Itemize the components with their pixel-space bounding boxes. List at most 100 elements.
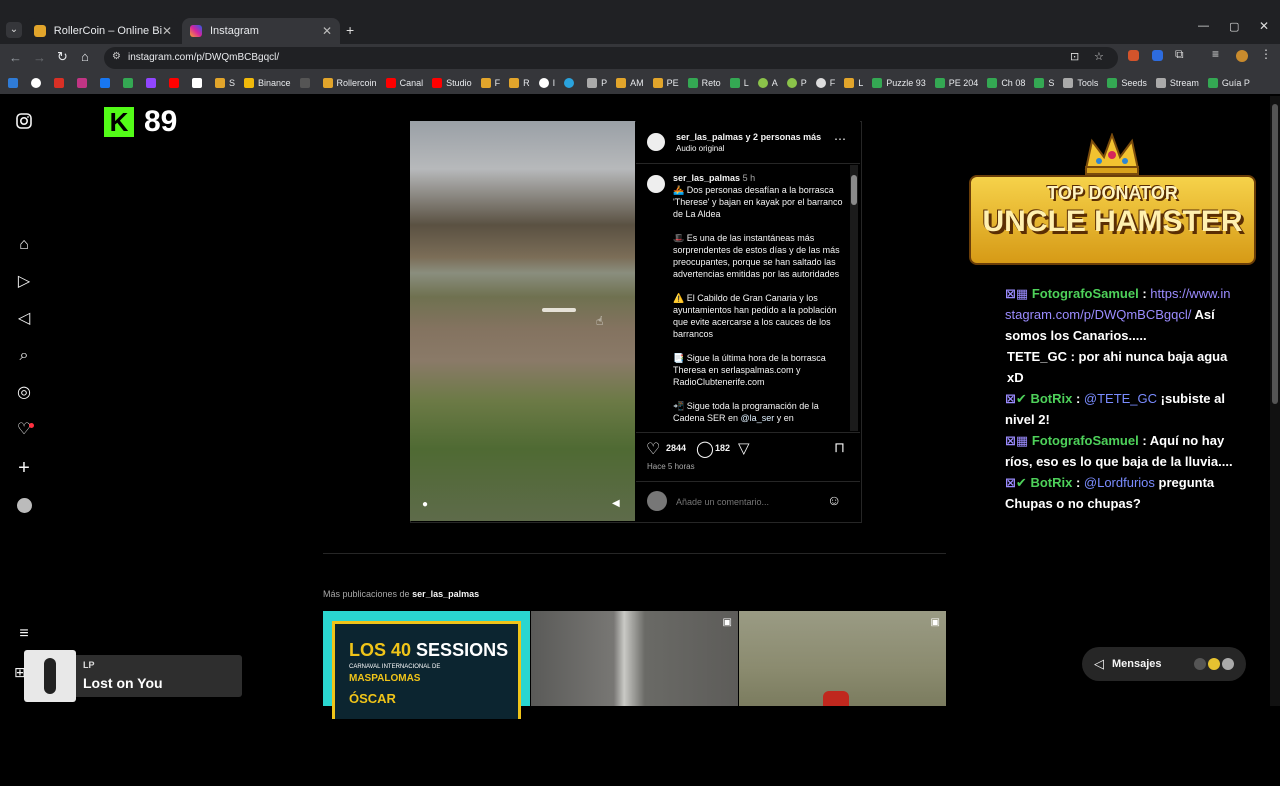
- post-thumbnail[interactable]: ▣: [739, 611, 946, 706]
- back-icon[interactable]: ←: [9, 50, 22, 65]
- bookmark-item[interactable]: F: [815, 78, 835, 88]
- bookmark-item[interactable]: F: [480, 78, 500, 88]
- bookmark-icon-only[interactable]: [299, 78, 314, 88]
- explore-icon[interactable]: ◎: [14, 383, 34, 403]
- tab-instagram[interactable]: Instagram ✕: [182, 18, 340, 44]
- address-bar[interactable]: ⚙ instagram.com/p/DWQmBCBgqcl/ ⊡ ☆: [104, 47, 1118, 69]
- bookmark-icon-only[interactable]: [8, 78, 22, 88]
- create-icon[interactable]: +: [14, 458, 34, 478]
- search-icon[interactable]: ⌕: [14, 346, 34, 366]
- comment-icon[interactable]: ◯: [696, 439, 714, 459]
- caption-avatar[interactable]: [647, 175, 665, 198]
- messages-icon[interactable]: ◁: [14, 309, 34, 329]
- close-icon[interactable]: ✕: [162, 24, 172, 38]
- caption-user[interactable]: ser_las_palmas: [673, 173, 740, 183]
- minimize-button[interactable]: —: [1198, 20, 1209, 32]
- comment-input[interactable]: [674, 493, 818, 511]
- bookmark-icon-only[interactable]: [77, 78, 91, 88]
- comment-count[interactable]: 182: [715, 443, 730, 453]
- forward-icon[interactable]: →: [33, 50, 46, 65]
- mention-link[interactable]: @la_ser: [741, 413, 775, 423]
- more-menu-icon[interactable]: ≡: [14, 624, 34, 644]
- more-options-icon[interactable]: ⋯: [834, 132, 846, 146]
- tab-title: RollerCoin – Online Bitcoin Mi: [53, 25, 162, 37]
- media-icon[interactable]: ≡: [1212, 47, 1219, 61]
- reels-icon[interactable]: ▷: [14, 272, 34, 292]
- bookmark-icon-only[interactable]: [100, 78, 114, 88]
- bookmark-folder[interactable]: P: [587, 78, 607, 88]
- bookmark-item[interactable]: Guía P: [1207, 78, 1250, 88]
- save-icon[interactable]: ⊓: [834, 439, 845, 456]
- post-header-audio[interactable]: Audio original: [676, 144, 724, 153]
- reel-icon: ▣: [722, 617, 732, 628]
- bookmark-item[interactable]: PE 204: [934, 78, 978, 88]
- home-icon[interactable]: ⌂: [14, 235, 34, 255]
- emoji-icon[interactable]: ☺: [827, 492, 841, 508]
- bookmark-item[interactable]: Studio: [432, 78, 472, 88]
- bookmark-item[interactable]: S: [1034, 78, 1054, 88]
- close-icon[interactable]: ✕: [322, 24, 332, 38]
- like-count[interactable]: 2844: [666, 443, 686, 453]
- messages-button[interactable]: ◁ Mensajes: [1082, 647, 1246, 681]
- like-icon[interactable]: ♡: [646, 439, 660, 459]
- mute-icon[interactable]: ◀: [612, 498, 620, 509]
- instagram-logo-icon[interactable]: [14, 112, 34, 132]
- bookmark-icon-only[interactable]: [169, 78, 183, 88]
- new-tab-button[interactable]: +: [346, 22, 354, 38]
- bookmark-item[interactable]: A: [757, 78, 778, 88]
- post-header-avatar[interactable]: [647, 133, 665, 156]
- bookmark-icon-only[interactable]: [146, 78, 160, 88]
- bookmark-item[interactable]: S: [215, 78, 235, 88]
- thumbnail-text: ÓSCAR: [349, 691, 396, 706]
- bookmark-item[interactable]: Puzzle 93: [872, 78, 926, 88]
- extension-icon[interactable]: [1128, 50, 1139, 61]
- bookmark-item[interactable]: L: [729, 78, 749, 88]
- bookmark-item[interactable]: P: [786, 78, 807, 88]
- messages-icon: ◁: [1094, 656, 1104, 671]
- profile-avatar[interactable]: [17, 498, 32, 513]
- bookmark-folder[interactable]: Stream: [1155, 78, 1199, 88]
- settings-icon-partial[interactable]: ⊞: [14, 664, 26, 681]
- install-icon[interactable]: ⊡: [1070, 50, 1079, 63]
- more-posts-label: Más publicaciones de ser_las_palmas: [323, 589, 480, 599]
- bookmark-item[interactable]: L: [844, 78, 863, 88]
- post-header-user[interactable]: ser_las_palmas y 2 personas más: [676, 132, 821, 142]
- reload-icon[interactable]: ↻: [57, 49, 68, 65]
- bookmark-icon-only[interactable]: [564, 78, 578, 88]
- bookmark-icon-only[interactable]: [31, 78, 45, 88]
- bookmark-item[interactable]: AM: [616, 78, 644, 88]
- caption-scrollbar[interactable]: [850, 165, 858, 431]
- extension-icon[interactable]: [1152, 50, 1163, 61]
- bookmark-star-icon[interactable]: ☆: [1094, 50, 1104, 63]
- bookmark-item[interactable]: Seeds: [1107, 78, 1147, 88]
- bookmark-icon-only[interactable]: [123, 78, 137, 88]
- more-posts-user[interactable]: ser_las_palmas: [412, 589, 479, 599]
- post-thumbnail[interactable]: LOS 40 SESSIONS CARNAVAL INTERNACIONAL D…: [323, 611, 530, 719]
- chat-user: FotografoSamuel: [1031, 286, 1139, 301]
- caption-paragraph: 📲 Sigue toda la programación de la Caden…: [673, 401, 819, 423]
- close-window-button[interactable]: ✕: [1259, 19, 1269, 33]
- bookmark-icon-only[interactable]: [54, 78, 68, 88]
- bookmark-item[interactable]: Reto: [687, 78, 721, 88]
- post-thumbnail[interactable]: ▣: [531, 611, 738, 706]
- tab-search-button[interactable]: ⌄: [6, 22, 22, 38]
- bookmark-item[interactable]: Canal: [385, 78, 423, 88]
- bookmark-item[interactable]: Binance: [244, 78, 291, 88]
- bookmark-item[interactable]: PE: [652, 78, 679, 88]
- profile-avatar[interactable]: [1236, 50, 1248, 62]
- menu-icon[interactable]: ⋮: [1260, 47, 1272, 61]
- page-scrollbar[interactable]: [1270, 96, 1280, 706]
- bookmark-folder[interactable]: Tools: [1063, 78, 1098, 88]
- tab-rollercoin[interactable]: RollerCoin – Online Bitcoin Mi ✕: [26, 18, 180, 44]
- bookmark-icon-only[interactable]: [192, 78, 206, 88]
- maximize-button[interactable]: ▢: [1229, 20, 1239, 33]
- bookmark-item[interactable]: R: [509, 78, 530, 88]
- home-icon[interactable]: ⌂: [81, 49, 89, 64]
- bookmark-item[interactable]: Rollercoin: [322, 78, 377, 88]
- bookmark-item[interactable]: I: [538, 78, 555, 88]
- share-icon[interactable]: ▽: [738, 439, 750, 457]
- site-info-icon[interactable]: ⚙: [112, 51, 121, 62]
- user-tag-icon[interactable]: ●: [422, 499, 428, 510]
- bookmark-item[interactable]: Ch 08: [987, 78, 1025, 88]
- puzzle-icon[interactable]: ⧉: [1175, 47, 1184, 62]
